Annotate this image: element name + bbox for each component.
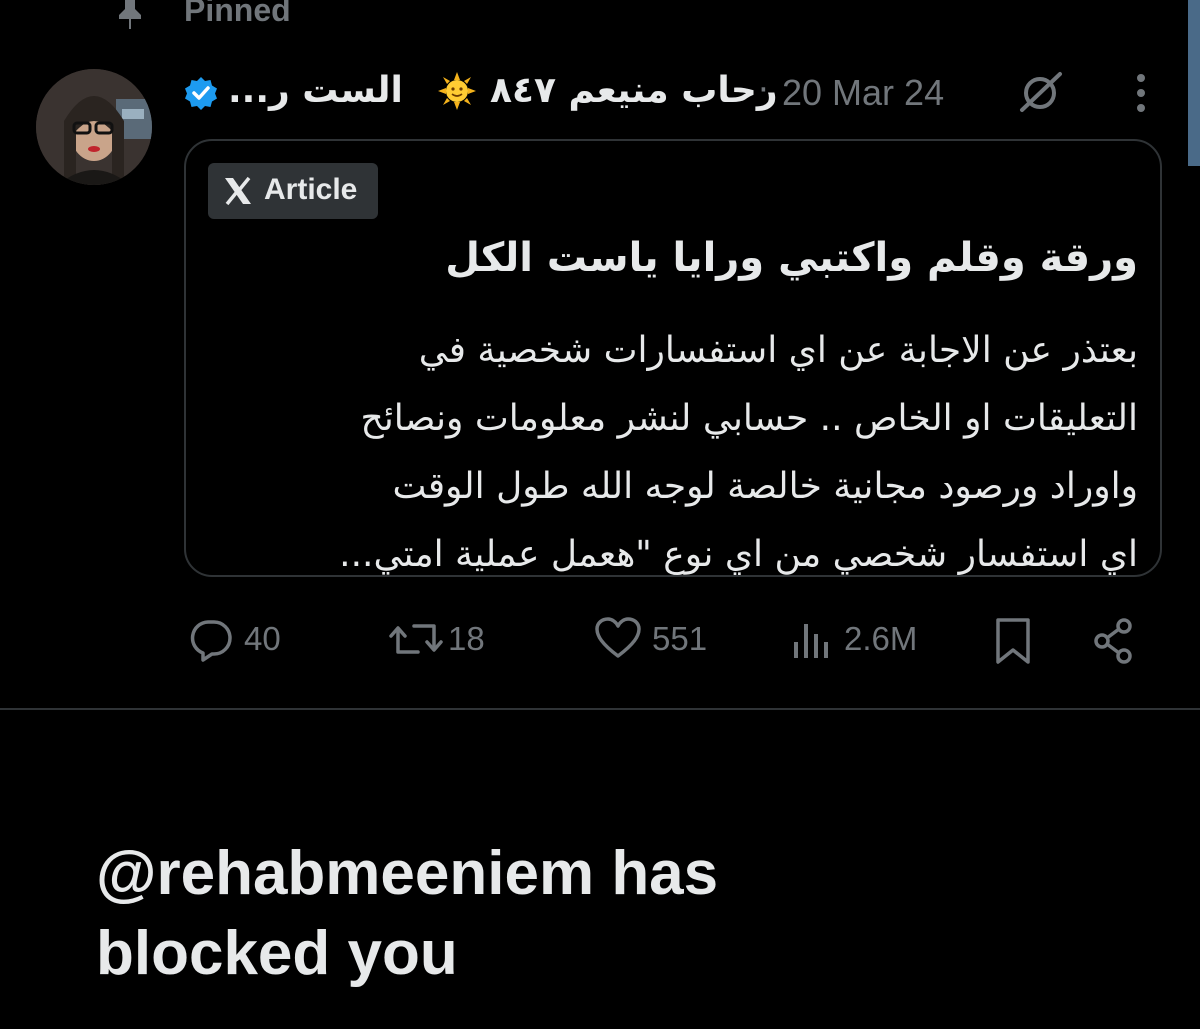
- avatar-image: [36, 69, 152, 185]
- heart-icon: [595, 617, 641, 658]
- views-button[interactable]: 2.6M: [792, 610, 932, 670]
- repost-count: 18: [448, 620, 485, 657]
- article-body-line: واوراد ورصود مجانية خالصة لوجه الله طول …: [392, 466, 1139, 507]
- like-count: 551: [652, 620, 708, 657]
- reply-icon: [190, 620, 232, 662]
- article-badge-label: Article: [264, 173, 358, 206]
- sun-emoji-icon: [438, 72, 476, 110]
- display-name-suffix: رحاب منيعم ٨٤٧: [490, 70, 778, 111]
- article-body: بعتذر عن الاجابة عن اي استفسارات شخصية ف…: [198, 317, 1138, 589]
- repost-button[interactable]: 18: [388, 610, 498, 670]
- verified-badge-icon: [185, 77, 217, 110]
- more-options-icon[interactable]: [1126, 72, 1156, 114]
- pin-icon: [119, 0, 141, 29]
- article-card[interactable]: Article ورقة وقلم واكتبي ورايا ياست الكل…: [184, 139, 1162, 577]
- article-body-line: بعتذر عن الاجابة عن اي استفسارات شخصية ف…: [418, 330, 1138, 371]
- display-name-prefix: الست ر...: [228, 70, 403, 111]
- views-chart-icon: [794, 624, 828, 658]
- reply-count: 40: [244, 620, 281, 657]
- post-date[interactable]: 20 Mar 24: [782, 72, 944, 114]
- divider: [0, 708, 1200, 710]
- views-count: 2.6M: [844, 620, 918, 657]
- blocked-notice-line: @rehabmeeniem has: [96, 839, 719, 908]
- avatar[interactable]: [36, 69, 152, 185]
- reply-button[interactable]: 40: [188, 610, 298, 670]
- grok-icon[interactable]: [1016, 70, 1066, 114]
- blocked-notice: @rehabmeeniem has blocked you: [96, 834, 996, 994]
- blocked-notice-line: blocked you: [96, 919, 458, 988]
- bookmark-button[interactable]: [994, 610, 1034, 670]
- article-badge: Article: [208, 163, 378, 219]
- separator-dot: ·: [758, 70, 769, 110]
- bookmark-icon: [996, 618, 1030, 664]
- profile-page: Pinned الست ر... رحاب منيعم ٨٤٧ · 20 Mar…: [0, 0, 1200, 1029]
- share-button[interactable]: [1090, 610, 1138, 670]
- like-button[interactable]: 551: [594, 610, 714, 670]
- pinned-indicator: Pinned: [0, 0, 1200, 36]
- x-logo-icon: [225, 176, 251, 206]
- repost-icon: [389, 624, 443, 654]
- post-actions: 40 18 551 2.6M: [0, 610, 1200, 670]
- post-header: الست ر... رحاب منيعم ٨٤٧ · 20 Mar 24: [184, 66, 1084, 116]
- article-body-line: اي استفسار شخصي من اي نوع "هعمل عملية ام…: [339, 534, 1138, 575]
- article-body-line: التعليقات او الخاص .. حسابي لنشر معلومات…: [360, 398, 1138, 439]
- share-icon: [1094, 618, 1132, 664]
- author-display-name[interactable]: الست ر... رحاب منيعم ٨٤٧: [228, 66, 778, 116]
- article-title: ورقة وقلم واكتبي ورايا ياست الكل: [445, 235, 1138, 281]
- pinned-label: Pinned: [184, 0, 291, 28]
